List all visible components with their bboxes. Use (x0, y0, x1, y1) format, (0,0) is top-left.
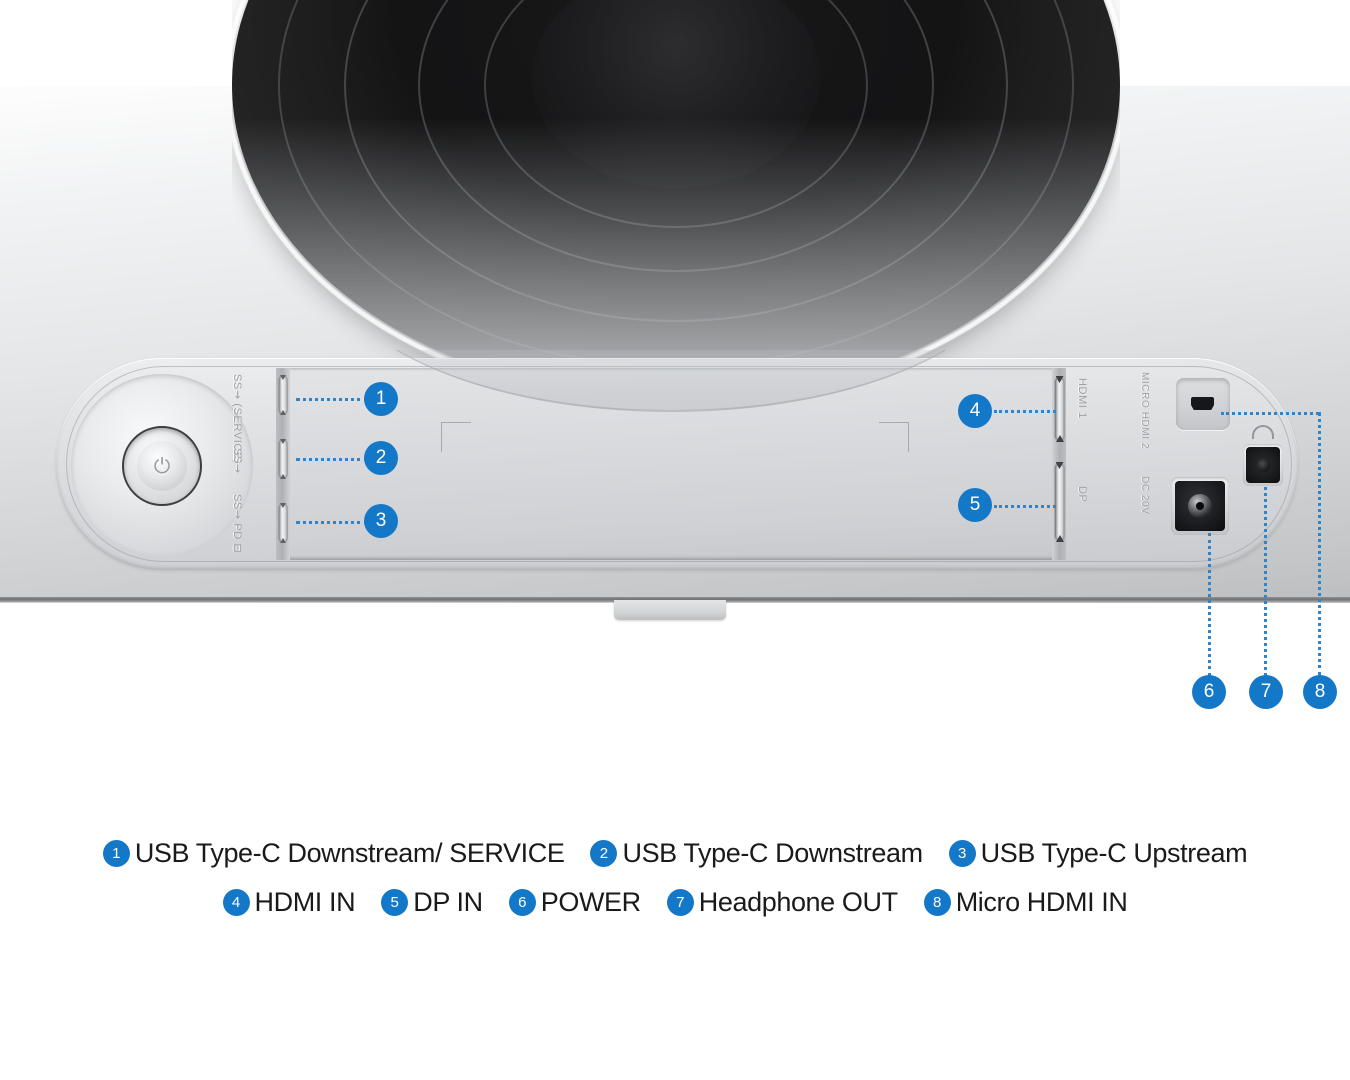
headphone-out-jack[interactable] (1246, 447, 1280, 483)
callout-marker-1[interactable]: 1 (364, 382, 398, 416)
callout-marker-4[interactable]: 4 (958, 394, 992, 428)
leader-line-5 (994, 505, 1056, 508)
legend-num-3: 3 (948, 840, 976, 867)
legend-row-2: 4 HDMI IN 5 DP IN 6 POWER 7 Headphone OU… (0, 887, 1350, 918)
usb-c-downstream-service-port[interactable] (279, 376, 287, 414)
callout-marker-8[interactable]: 8 (1303, 675, 1337, 709)
legend-num-7: 7 (666, 889, 694, 916)
micro-hdmi-in-port[interactable] (1191, 397, 1214, 410)
monitor-rear-diagram: ⏻ SS⇝ (SERVICE) SS⇝ SS⇝ PD ⊡ HDMI 1 DP M… (0, 0, 1350, 1080)
power-dc-jack-pin (1188, 494, 1212, 518)
leader-line-8-vertical (1318, 412, 1321, 676)
leader-line-2 (296, 458, 368, 461)
callout-marker-5[interactable]: 5 (958, 488, 992, 522)
legend-label-3: USB Type-C Upstream (980, 838, 1248, 868)
power-icon: ⏻ (153, 454, 171, 478)
callout-marker-2[interactable]: 2 (364, 441, 398, 475)
callout-marker-3[interactable]: 3 (364, 504, 398, 538)
legend-item-1: 1 USB Type-C Downstream/ SERVICE (102, 838, 565, 869)
legend-item-6: 6 POWER (508, 887, 641, 918)
legend-num-4: 4 (222, 889, 250, 916)
legend-num-2: 2 (590, 840, 618, 867)
legend-item-5: 5 DP IN (381, 887, 483, 918)
legend-num-5: 5 (381, 889, 409, 916)
legend: 1 USB Type-C Downstream/ SERVICE 2 USB T… (0, 838, 1350, 936)
legend-row-1: 1 USB Type-C Downstream/ SERVICE 2 USB T… (0, 838, 1350, 869)
legend-label-2: USB Type-C Downstream (622, 838, 923, 868)
legend-num-6: 6 (508, 889, 536, 916)
legend-item-2: 2 USB Type-C Downstream (590, 838, 923, 869)
legend-item-7: 7 Headphone OUT (666, 887, 898, 918)
legend-label-6: POWER (540, 887, 641, 917)
leader-line-6 (1208, 533, 1211, 676)
headphone-recess (1243, 444, 1283, 486)
usb-c-downstream-port[interactable] (279, 440, 287, 478)
headphone-jack-hole (1256, 458, 1270, 472)
legend-label-4: HDMI IN (254, 887, 356, 917)
leader-line-1 (296, 398, 368, 401)
dp-in-port[interactable] (1055, 464, 1064, 540)
hdmi-in-port[interactable] (1055, 378, 1064, 440)
legend-label-8: Micro HDMI IN (955, 887, 1128, 917)
callout-marker-7[interactable]: 7 (1249, 675, 1283, 709)
legend-item-8: 8 Micro HDMI IN (923, 887, 1128, 918)
power-dc-jack[interactable] (1175, 481, 1225, 531)
usb-c-upstream-port[interactable] (279, 504, 287, 542)
stand-hinge-rim (232, 0, 1120, 400)
leader-line-8-horizontal (1221, 412, 1319, 415)
legend-num-1: 1 (102, 840, 130, 867)
legend-label-1: USB Type-C Downstream/ SERVICE (134, 838, 565, 868)
legend-label-7: Headphone OUT (698, 887, 898, 917)
legend-item-4: 4 HDMI IN (222, 887, 356, 918)
leader-line-4 (994, 410, 1056, 413)
callout-marker-6[interactable]: 6 (1192, 675, 1226, 709)
power-button[interactable]: ⏻ (137, 441, 187, 491)
legend-label-5: DP IN (413, 887, 483, 917)
monitor-foot-tab (614, 600, 726, 620)
stand-hinge-assembly (232, 0, 1120, 400)
power-jack-recess (1171, 477, 1229, 535)
leader-line-7 (1264, 487, 1267, 676)
leader-line-3 (296, 521, 368, 524)
legend-num-8: 8 (923, 889, 951, 916)
legend-item-3: 3 USB Type-C Upstream (948, 838, 1248, 869)
